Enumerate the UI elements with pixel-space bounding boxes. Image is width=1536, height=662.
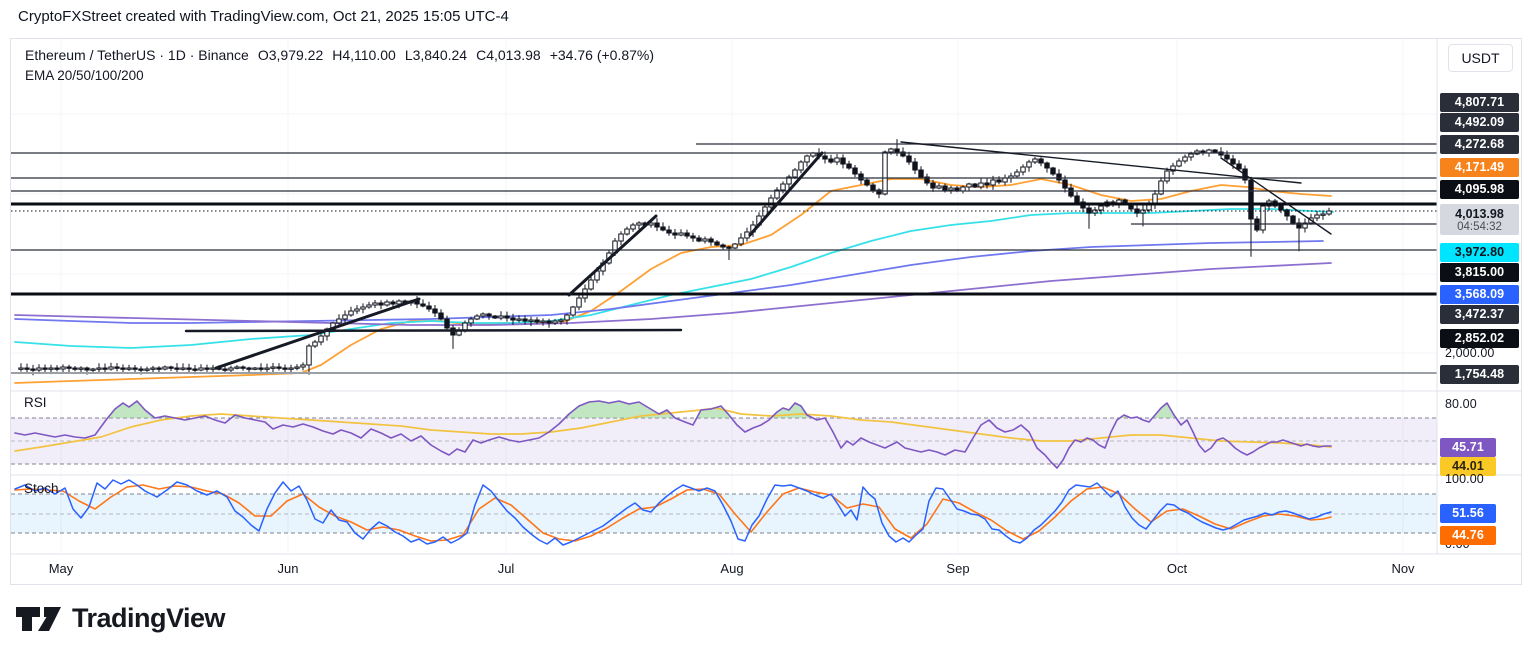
month-label: Jun [277,561,299,576]
chart-widget[interactable]: Ethereum / TetherUS · 1D · Binance O3,979… [10,38,1522,585]
scale-label: 4,272.68 [1440,134,1519,154]
scale-label: 4,492.09 [1440,112,1519,132]
month-label: Nov [1391,561,1415,576]
currency-button[interactable]: USDT [1448,44,1513,72]
scale-label: 2,000.00 [1445,346,1495,360]
month-label: Sep [946,561,970,576]
bar-countdown: 04:54:32 [1457,220,1502,233]
rsi-pane-label: RSI [24,395,47,410]
scale-label: 4,095.98 [1440,179,1519,199]
scale-label: 3,815.00 [1440,262,1519,282]
chart-canvas[interactable] [11,39,1521,584]
tradingview-logo-text: TradingView [72,603,226,633]
month-label: May [48,561,74,576]
scale-label: 4,171.49 [1440,157,1519,177]
stoch-pane-label: Stoch [24,481,59,496]
scale-label: 3,972.80 [1440,242,1519,262]
scale-label: 51.56 [1440,503,1496,523]
scale-label: 3,568.09 [1440,284,1519,304]
current-price-label: 4,013.98 04:54:32 [1440,204,1519,235]
scale-label: 1,754.48 [1440,364,1519,384]
month-label: Aug [720,561,744,576]
month-label: Jul [497,561,515,576]
scale-label: 45.71 [1440,437,1496,457]
month-label: Oct [1166,561,1188,576]
tradingview-logo[interactable]: TradingView [15,603,226,634]
page: CryptoFXStreet created with TradingView.… [0,0,1536,662]
scale-label: 80.00 [1445,397,1477,411]
scale-label: 44.76 [1440,525,1496,545]
tradingview-icon [16,606,61,631]
scale-label: 3,472.37 [1440,304,1519,324]
time-axis[interactable]: May Jun Jul Aug Sep Oct Nov [11,554,1437,584]
price-scale[interactable]: 4,807.71 4,492.09 4,272.68 4,171.49 4,095.98… [1437,39,1521,554]
attribution-text: CryptoFXStreet created with TradingView.… [18,8,509,25]
current-price: 4,013.98 [1455,206,1504,221]
scale-label: 4,807.71 [1440,92,1519,112]
scale-label: 100.00 [1445,472,1484,486]
